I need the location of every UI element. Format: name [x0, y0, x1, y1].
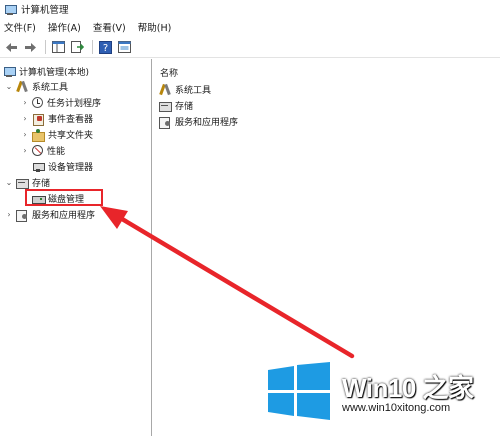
windows-logo-icon: [268, 362, 330, 420]
watermark-url: www.win10xitong.com: [342, 402, 451, 414]
watermark-brand: Win10 之家: [342, 373, 474, 403]
